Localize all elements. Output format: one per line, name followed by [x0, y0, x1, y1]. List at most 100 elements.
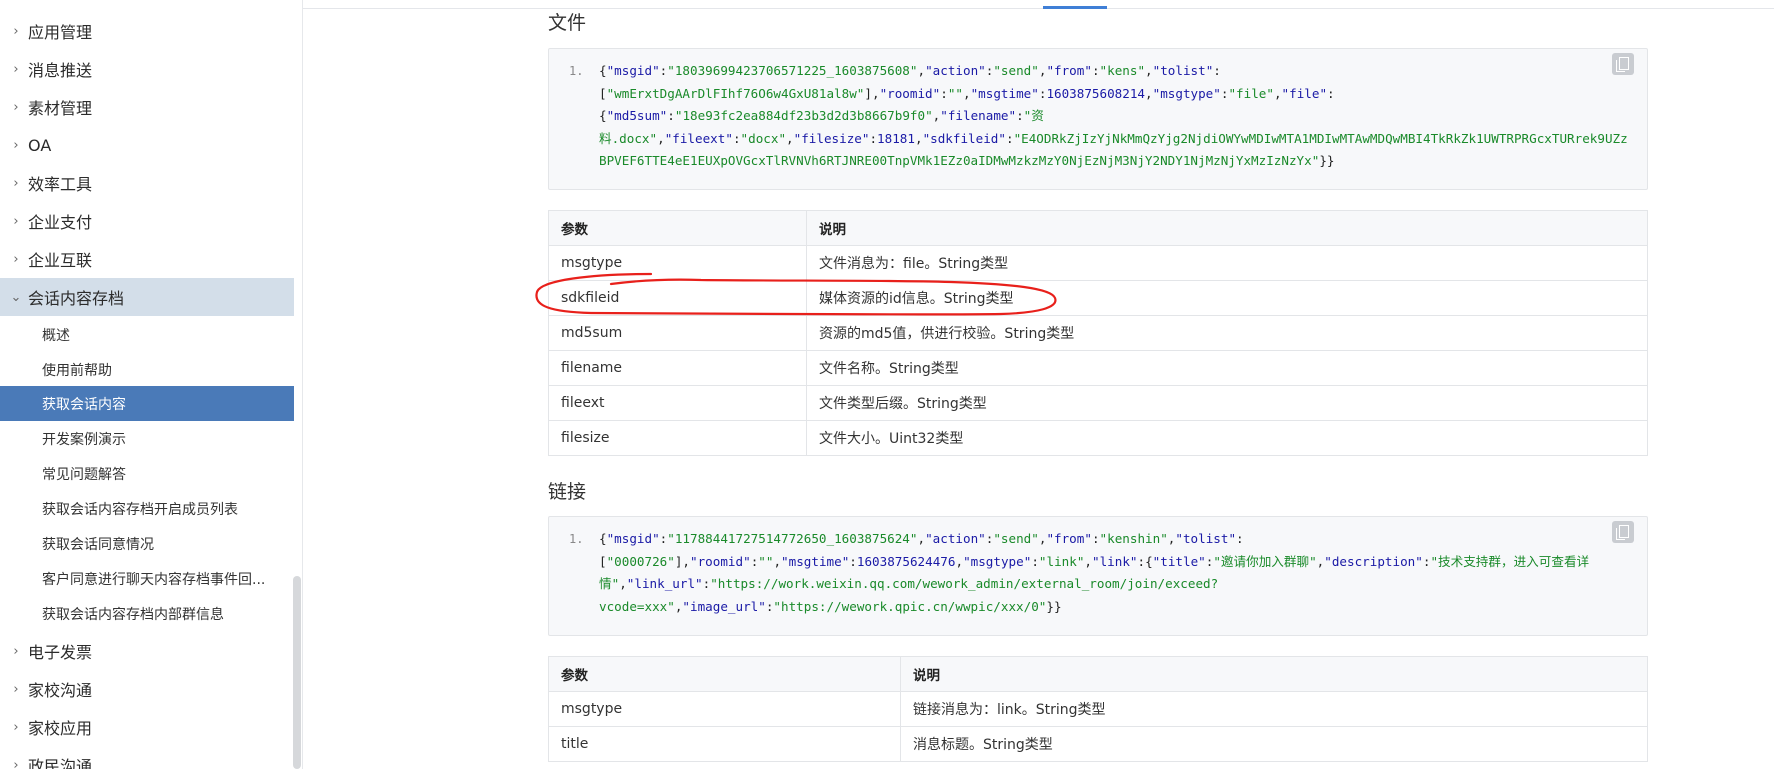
code-token: ,	[917, 531, 926, 546]
chevron-right-icon: ›	[13, 757, 19, 769]
top-divider	[303, 8, 1774, 9]
line-number: 1.	[569, 532, 584, 546]
sidebar-subitem-label: 客户同意进行聊天内容存档事件回...	[42, 571, 266, 588]
sidebar-item-label: 素材管理	[28, 99, 93, 118]
code-token: :	[1005, 130, 1014, 146]
table-row: msgtype 链接消息为：link。String类型	[548, 691, 1648, 727]
sidebar-subitem-consent-status[interactable]: 获取会话同意情况	[0, 526, 294, 561]
code-token: ],	[864, 85, 880, 101]
sidebar-subitem-consent-event[interactable]: 客户同意进行聊天内容存档事件回...	[0, 561, 294, 596]
code-token: ,	[786, 130, 794, 146]
param-desc: 媒体资源的id信息。String类型	[806, 280, 1648, 316]
code-token: "kens"	[1099, 63, 1146, 78]
code-block-file: 1. {"msgid": "18039699423706571225_160387…	[548, 48, 1648, 190]
sidebar-item-media-management[interactable]: › 素材管理	[0, 88, 294, 126]
code-token: "from"	[1046, 63, 1092, 78]
sidebar-item-enterprise-interconnect[interactable]: › 企业互联	[0, 240, 294, 278]
sidebar-subitem-internal-group[interactable]: 获取会话内容存档内部群信息	[0, 596, 294, 631]
sidebar-item-label: 政民沟通	[28, 757, 93, 769]
chevron-down-icon: ⌄	[10, 289, 22, 305]
code-block-link: 1. {"msgid": "11788441727514772650_160387…	[548, 516, 1648, 636]
sidebar-item-message-push[interactable]: › 消息推送	[0, 50, 294, 88]
copy-icon[interactable]	[1612, 521, 1634, 543]
param-name: sdkfileid	[548, 280, 807, 316]
column-header: 参数	[548, 656, 901, 692]
code-token: {	[599, 531, 607, 546]
sidebar-item-efficiency-tools[interactable]: › 效率工具	[0, 164, 294, 202]
code-token: "image_url"	[682, 598, 766, 614]
code-token: :	[869, 130, 878, 146]
chevron-right-icon: ›	[13, 251, 19, 267]
code-token: ,	[773, 553, 782, 569]
sidebar-nav: › 应用管理 › 消息推送 › 素材管理 › OA › 效率工具 › 企业支付 › 企业互联 …	[0, 0, 303, 769]
sidebar-item-school-communication[interactable]: › 家校沟通	[0, 670, 294, 708]
param-name: msgtype	[548, 245, 807, 281]
code-token: ,	[955, 553, 964, 569]
sidebar-subitem-faq[interactable]: 常见问题解答	[0, 456, 294, 491]
code-token: :	[732, 130, 741, 146]
code-token: "file"	[1228, 85, 1274, 101]
sidebar-item-e-invoice[interactable]: › 电子发票	[0, 632, 294, 670]
chevron-right-icon: ›	[13, 213, 19, 229]
sidebar-item-session-archive[interactable]: ⌄ 会话内容存档	[0, 278, 294, 316]
sidebar-item-label: 电子发票	[28, 643, 93, 662]
sidebar-subitem-label: 获取会话内容	[42, 396, 126, 413]
sidebar-subitem-member-list[interactable]: 获取会话内容存档开启成员列表	[0, 491, 294, 526]
code-token: "description"	[1324, 553, 1423, 569]
code-token: ""	[758, 553, 774, 569]
code-token: "msgtime"	[970, 85, 1039, 101]
code-token: ,	[914, 130, 923, 146]
code-token: "roomid"	[690, 553, 751, 569]
code-token: ""	[947, 85, 963, 101]
code-token: {	[599, 63, 607, 78]
chevron-right-icon: ›	[13, 175, 19, 191]
code-token: "from"	[1046, 531, 1092, 546]
sidebar-item-label: 效率工具	[28, 175, 93, 194]
chevron-right-icon: ›	[13, 681, 19, 697]
sidebar-item-label: OA	[28, 135, 52, 155]
sidebar-subitem-label: 获取会话内容存档内部群信息	[42, 606, 224, 623]
code-token: ,	[1273, 85, 1282, 101]
sidebar-subitem-dev-demo[interactable]: 开发案例演示	[0, 421, 294, 456]
sidebar-subitem-help[interactable]: 使用前帮助	[0, 352, 294, 387]
code-token: 1603875608214	[1046, 85, 1146, 101]
code-token: "action"	[925, 63, 986, 78]
sidebar-item-gov-communication[interactable]: › 政民沟通	[0, 746, 294, 769]
code-token: "fileext"	[664, 130, 733, 146]
table-row: title 消息标题。String类型	[548, 726, 1648, 762]
code-token: "link"	[1038, 553, 1085, 569]
code-token: :{	[1137, 553, 1153, 569]
chevron-right-icon: ›	[13, 719, 19, 735]
sidebar-item-oa[interactable]: › OA	[0, 126, 294, 164]
code-token: "11788441727514772650_1603875624"	[667, 531, 918, 546]
sidebar-item-enterprise-payment[interactable]: › 企业支付	[0, 202, 294, 240]
sidebar-item-label: 企业支付	[28, 213, 93, 232]
table-header-row: 参数 说明	[548, 210, 1648, 246]
code-token: "send"	[993, 531, 1039, 546]
sidebar-subitem-overview[interactable]: 概述	[0, 317, 294, 352]
code-token: "msgtype"	[1152, 85, 1221, 101]
table-row: md5sum 资源的md5值，供进行校验。String类型	[548, 315, 1648, 351]
sidebar-item-label: 会话内容存档	[28, 289, 125, 308]
sidebar-item-school-apps[interactable]: › 家校应用	[0, 708, 294, 746]
code-token: 18181	[877, 130, 915, 146]
sidebar-scrollbar[interactable]	[293, 576, 301, 769]
sidebar-subitem-label: 开发案例演示	[42, 431, 126, 448]
param-desc: 文件名称。String类型	[806, 350, 1648, 386]
param-desc: 消息标题。String类型	[900, 726, 1648, 762]
param-table-file: 参数 说明 msgtype 文件消息为：file。String类型 sdkfile…	[548, 210, 1648, 456]
code-token: "msgid"	[606, 531, 660, 546]
param-name: filesize	[548, 420, 807, 456]
code-token: ,	[963, 85, 971, 101]
copy-icon[interactable]	[1612, 53, 1634, 75]
code-token: :	[1031, 553, 1039, 569]
code-token: ,	[1145, 85, 1153, 101]
sidebar-item-label: 应用管理	[28, 23, 93, 42]
sidebar-subitem-label: 使用前帮助	[42, 362, 112, 379]
sidebar-item-app-management[interactable]: › 应用管理	[0, 12, 294, 50]
code-token: }}	[1319, 153, 1335, 168]
table-header-row: 参数 说明	[548, 656, 1648, 692]
active-tab-indicator	[1043, 6, 1107, 9]
sidebar-subitem-get-session-content[interactable]: 获取会话内容	[0, 386, 294, 421]
sidebar-item-label: 企业互联	[28, 251, 93, 270]
